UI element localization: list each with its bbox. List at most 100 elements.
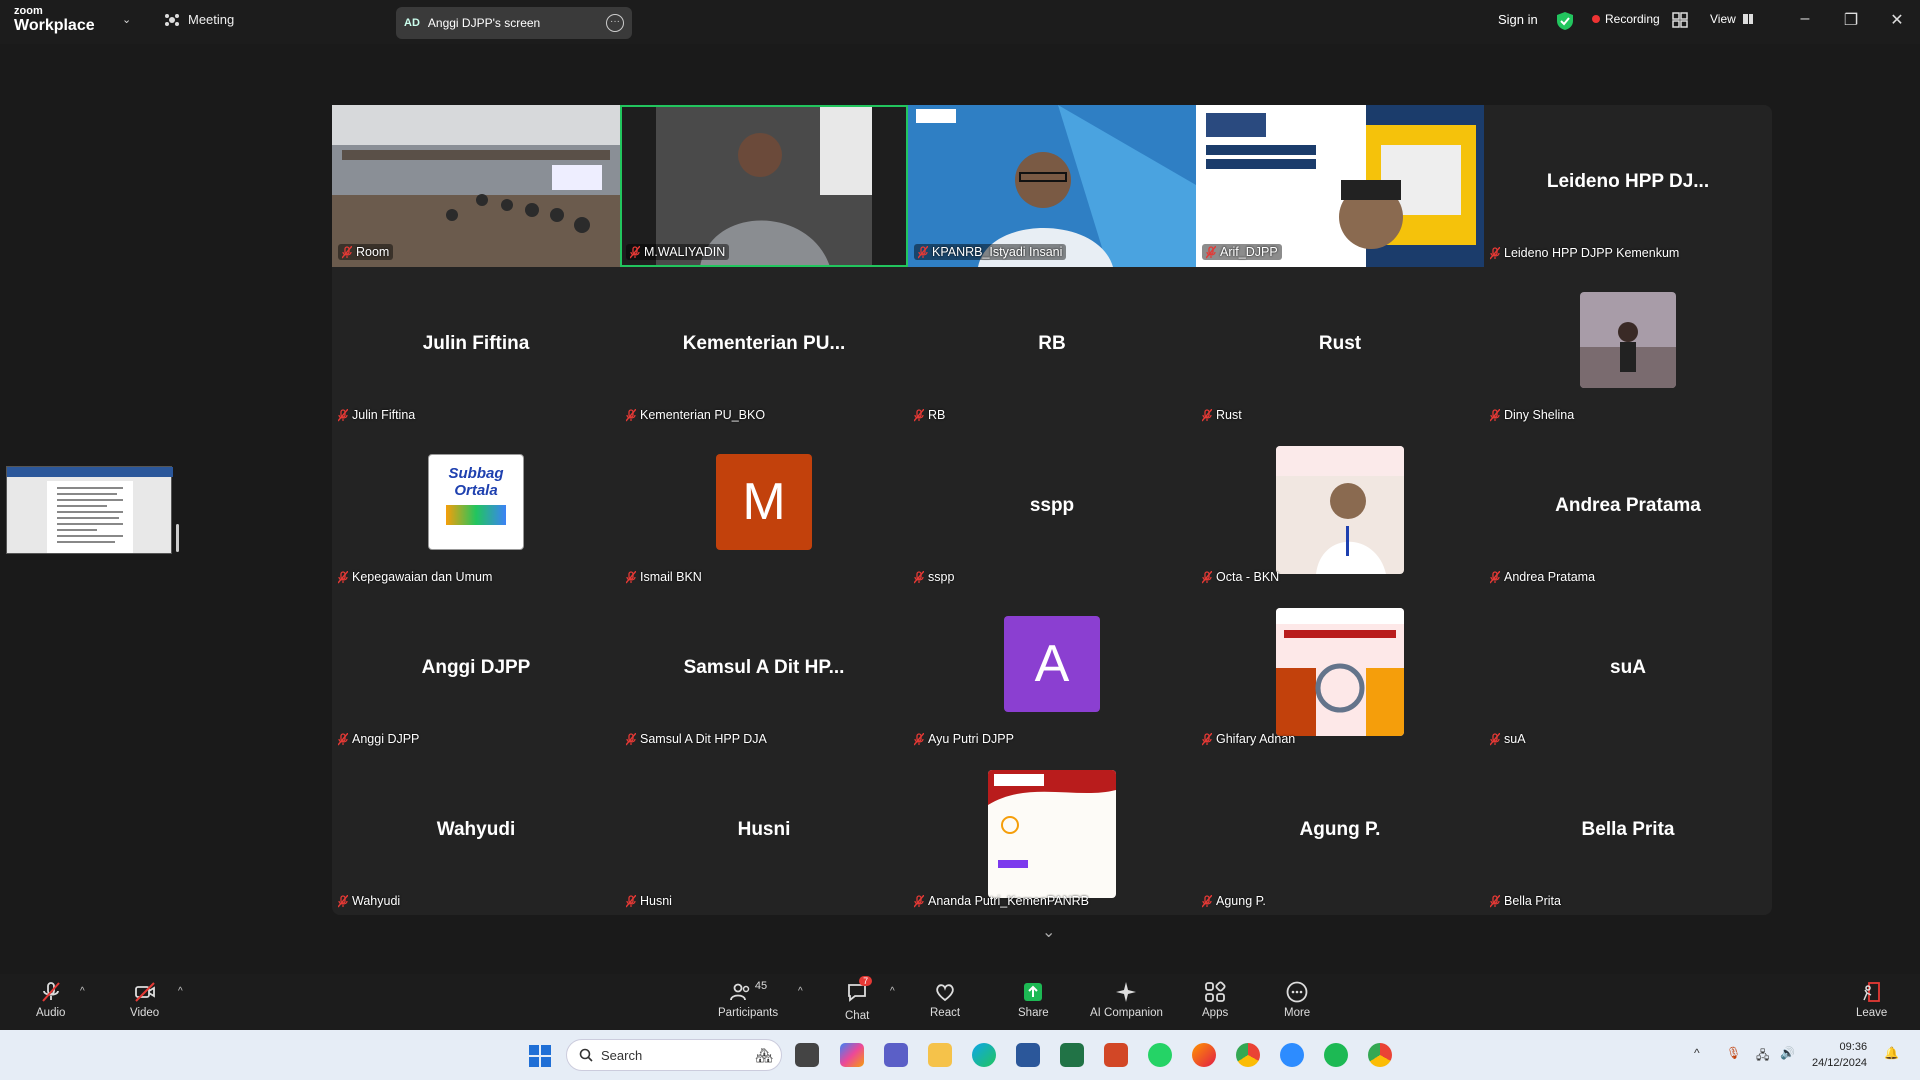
tray-overflow-icon[interactable]: ^	[1694, 1046, 1700, 1060]
whatsapp-icon[interactable]	[1148, 1043, 1172, 1067]
powerpoint-icon[interactable]	[1104, 1043, 1128, 1067]
zoom-taskbar-icon[interactable]	[1280, 1043, 1304, 1067]
participant-tile[interactable]: Leideno HPP DJ... Leideno HPP DJPP Kemenk…	[1484, 105, 1772, 267]
mic-muted-icon	[914, 408, 924, 421]
logo-bottom: Workplace	[14, 17, 95, 34]
participant-tile[interactable]: sspp sspp	[908, 429, 1196, 591]
participant-tile[interactable]: Bella Prita Bella Prita	[1484, 753, 1772, 915]
edge-icon[interactable]	[972, 1043, 996, 1067]
share-screen-icon	[1024, 983, 1043, 1001]
participant-tile[interactable]: Ghifary Adnan	[1196, 591, 1484, 753]
recording-dot-icon	[1592, 15, 1600, 23]
video-options-caret-icon[interactable]: ^	[178, 986, 183, 997]
clock[interactable]: 09:36 24/12/2024	[1812, 1039, 1867, 1071]
chrome-profile-icon[interactable]	[1368, 1043, 1392, 1067]
participant-tile[interactable]: Arif_DJPP	[1196, 105, 1484, 267]
ai-companion-button[interactable]: AI Companion	[1090, 980, 1163, 1019]
participant-name-label: Ghifary Adnan	[1202, 732, 1295, 746]
participant-tile[interactable]: Kementerian PU... Kementerian PU_BKO	[620, 267, 908, 429]
share-button[interactable]: Share	[1018, 980, 1049, 1019]
sign-in-link[interactable]: Sign in	[1498, 12, 1538, 27]
spotify-icon[interactable]	[1324, 1043, 1348, 1067]
audio-options-caret-icon[interactable]: ^	[80, 986, 85, 997]
share-label: Share	[1018, 1007, 1049, 1019]
mic-muted-icon	[626, 408, 636, 421]
close-icon[interactable]: ✕	[1882, 10, 1912, 30]
gallery-grid-icon[interactable]	[1672, 12, 1688, 28]
teams-icon[interactable]	[884, 1043, 908, 1067]
next-page-chevron-icon[interactable]: ⌄	[1042, 922, 1055, 942]
video-feed-room	[332, 105, 620, 267]
video-button[interactable]: Video	[130, 980, 159, 1019]
participant-tile[interactable]: Ananda Putri_KemenPANRB	[908, 753, 1196, 915]
copilot-icon[interactable]	[840, 1043, 864, 1067]
excel-icon[interactable]	[1060, 1043, 1084, 1067]
participant-tile[interactable]: M Ismail BKN	[620, 429, 908, 591]
leave-icon	[1862, 982, 1880, 1002]
participant-tile[interactable]: Husni Husni	[620, 753, 908, 915]
participant-tile[interactable]: A Ayu Putri DJPP	[908, 591, 1196, 753]
audio-button[interactable]: Audio	[36, 980, 65, 1019]
participant-tile[interactable]: Rust Rust	[1196, 267, 1484, 429]
participant-name-label: Octa - BKN	[1202, 570, 1279, 584]
react-button[interactable]: React	[930, 980, 960, 1019]
windows-start-icon[interactable]	[528, 1044, 552, 1068]
chrome-icon[interactable]	[1236, 1043, 1260, 1067]
participant-display-name: Rust	[1318, 333, 1362, 354]
minimize-icon[interactable]: –	[1790, 10, 1820, 28]
apps-button[interactable]: Apps	[1202, 980, 1228, 1019]
firefox-icon[interactable]	[1192, 1043, 1216, 1067]
participant-tile[interactable]: Subbag Ortala Kepegawaian dan Umum	[332, 429, 620, 591]
volume-icon[interactable]: 🔊	[1780, 1046, 1795, 1060]
word-icon[interactable]	[1016, 1043, 1040, 1067]
participant-tile[interactable]: Anggi DJPP Anggi DJPP	[332, 591, 620, 753]
participant-tile[interactable]: KPANRB_Istyadi Insani	[908, 105, 1196, 267]
participants-button[interactable]: 45 Participants	[718, 980, 778, 1019]
participant-tile[interactable]: Julin Fiftina Julin Fiftina	[332, 267, 620, 429]
document-preview	[7, 467, 173, 553]
apps-label: Apps	[1202, 1007, 1229, 1019]
resize-handle[interactable]	[176, 524, 179, 552]
participant-tile[interactable]: Wahyudi Wahyudi	[332, 753, 620, 915]
mic-muted-icon	[41, 982, 60, 1002]
taskbar-search[interactable]: Search 🏘	[566, 1039, 782, 1071]
mic-muted-icon	[626, 732, 636, 745]
participant-tile[interactable]: Samsul A Dit HP... Samsul A Dit HPP DJA	[620, 591, 908, 753]
task-view-icon[interactable]	[795, 1043, 819, 1067]
participant-tile[interactable]: suA suA	[1484, 591, 1772, 753]
participant-tile[interactable]: Andrea Pratama Andrea Pratama	[1484, 429, 1772, 591]
chat-button[interactable]: 7 Chat	[845, 976, 873, 1022]
chevron-down-icon[interactable]: ⌄	[122, 13, 131, 26]
participants-label: Participants	[718, 1007, 779, 1019]
participant-name: Rust	[1216, 408, 1242, 422]
file-explorer-icon[interactable]	[928, 1043, 952, 1067]
participant-name-label: Room	[338, 244, 394, 260]
chat-caret-icon[interactable]: ^	[890, 986, 895, 997]
participants-caret-icon[interactable]: ^	[798, 986, 803, 997]
participant-tile[interactable]: Diny Shelina	[1484, 267, 1772, 429]
participant-tile[interactable]: Octa - BKN	[1196, 429, 1484, 591]
leave-button[interactable]: Leave	[1856, 980, 1887, 1019]
participant-name: Husni	[640, 894, 672, 908]
security-shield-icon[interactable]	[1556, 11, 1574, 31]
participant-tile[interactable]: Agung P. Agung P.	[1196, 753, 1484, 915]
microphone-tray-icon[interactable]: 🎙	[1726, 1046, 1741, 1060]
more-button[interactable]: More	[1284, 980, 1310, 1019]
meeting-button[interactable]: Meeting	[164, 12, 234, 27]
view-button[interactable]: View	[1710, 12, 1754, 26]
more-options-icon[interactable]: ···	[606, 14, 624, 32]
mic-muted-icon	[1202, 408, 1212, 421]
network-icon[interactable]: 🖧	[1756, 1046, 1769, 1067]
participant-tile[interactable]: M.WALIYADIN	[620, 105, 908, 267]
participant-tile[interactable]: RB RB	[908, 267, 1196, 429]
restore-icon[interactable]: ❐	[1836, 10, 1866, 30]
shared-screen-thumbnail[interactable]	[6, 466, 173, 554]
participant-tile[interactable]: Room	[332, 105, 620, 267]
recording-indicator[interactable]: Recording	[1592, 12, 1660, 26]
mic-muted-icon	[1490, 894, 1500, 907]
more-icon	[1286, 981, 1308, 1003]
notification-bell-icon[interactable]: 🔔	[1884, 1046, 1899, 1060]
screen-share-indicator[interactable]: AD Anggi DJPP's screen ···	[396, 7, 632, 39]
zoom-workplace-logo[interactable]: zoom Workplace	[14, 6, 95, 34]
ananda-photo	[988, 770, 1116, 898]
